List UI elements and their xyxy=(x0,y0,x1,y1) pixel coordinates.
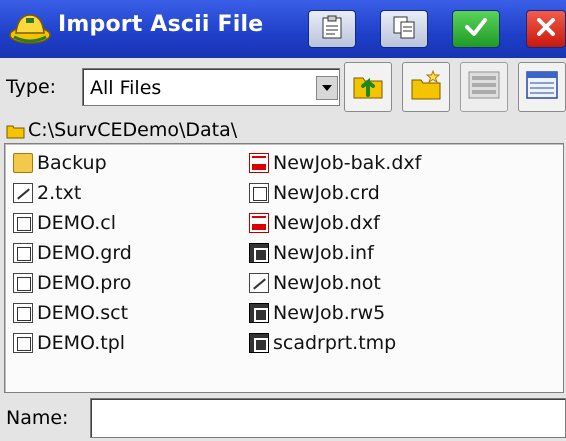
text-file-icon xyxy=(13,183,33,203)
list-item[interactable]: NewJob.not xyxy=(249,268,381,298)
open-folder-icon xyxy=(6,123,26,143)
copy-icon xyxy=(391,14,417,44)
list-item-label: NewJob.not xyxy=(273,272,381,294)
list-item[interactable]: NewJob-bak.dxf xyxy=(249,148,421,178)
list-item-label: DEMO.tpl xyxy=(37,332,126,354)
list-item[interactable]: NewJob.rw5 xyxy=(249,298,385,328)
grid-file-icon xyxy=(13,243,33,263)
list-item[interactable]: 2.txt xyxy=(13,178,81,208)
close-x-icon xyxy=(534,15,558,43)
chevron-down-icon xyxy=(322,85,332,91)
list-item-label: DEMO.pro xyxy=(37,272,132,294)
list-item-label: DEMO.sct xyxy=(37,302,129,324)
list-item-label: Backup xyxy=(37,152,107,174)
profile-file-icon xyxy=(13,273,33,293)
details-view-button[interactable] xyxy=(460,62,508,112)
details-view-icon xyxy=(467,70,501,104)
ok-button[interactable] xyxy=(452,10,500,48)
list-item-label: NewJob.crd xyxy=(273,182,380,204)
ok-check-icon xyxy=(462,13,490,45)
name-input[interactable] xyxy=(90,398,566,438)
tmp-file-icon xyxy=(249,333,269,353)
type-selected-value: All Files xyxy=(90,77,162,99)
folder-up-button[interactable] xyxy=(344,62,392,112)
section-file-icon xyxy=(13,303,33,323)
list-item-label: NewJob.inf xyxy=(273,242,374,264)
clipboard-button[interactable] xyxy=(308,10,356,48)
list-item-label: DEMO.cl xyxy=(37,212,116,234)
type-dropdown[interactable]: All Files xyxy=(82,68,340,106)
current-path: C:\SurvCEDemo\Data\ xyxy=(28,119,238,141)
list-item-label: NewJob-bak.dxf xyxy=(273,152,422,174)
list-item[interactable]: NewJob.inf xyxy=(249,238,374,268)
list-item[interactable]: DEMO.tpl xyxy=(13,328,125,358)
folder-up-icon xyxy=(351,68,385,106)
cl-file-icon xyxy=(13,213,33,233)
dropdown-arrow-button[interactable] xyxy=(316,76,338,100)
folder-icon xyxy=(13,153,33,173)
list-item[interactable]: DEMO.cl xyxy=(13,208,116,238)
clipboard-icon xyxy=(319,14,345,44)
close-button[interactable] xyxy=(526,10,566,48)
new-folder-icon xyxy=(409,68,443,106)
inf-file-icon xyxy=(249,243,269,263)
dxf-file-icon xyxy=(249,213,269,233)
list-item-label: DEMO.grd xyxy=(37,242,132,264)
crd-file-icon xyxy=(249,183,269,203)
note-file-icon xyxy=(249,273,269,293)
dxf-file-icon xyxy=(249,153,269,173)
copy-button[interactable] xyxy=(380,10,428,48)
list-view-icon xyxy=(525,70,559,104)
survey-hat-icon xyxy=(8,9,52,49)
new-folder-button[interactable] xyxy=(402,62,450,112)
list-item[interactable]: NewJob.crd xyxy=(249,178,380,208)
list-item-label: scadrprt.tmp xyxy=(273,332,397,354)
window-title: Import Ascii File xyxy=(58,12,264,37)
file-list[interactable]: Backup 2.txt DEMO.cl DEMO.grd DEMO.pro D… xyxy=(4,143,564,393)
list-item-label: NewJob.rw5 xyxy=(273,302,386,324)
list-item[interactable]: scadrprt.tmp xyxy=(249,328,396,358)
name-label: Name: xyxy=(6,407,69,429)
list-item-label: NewJob.dxf xyxy=(273,212,380,234)
rw5-file-icon xyxy=(249,303,269,323)
list-item[interactable]: NewJob.dxf xyxy=(249,208,380,238)
title-bar: Import Ascii File xyxy=(0,0,566,58)
list-view-button[interactable] xyxy=(518,62,566,112)
list-item[interactable]: Backup xyxy=(13,148,107,178)
list-item[interactable]: DEMO.pro xyxy=(13,268,131,298)
list-item[interactable]: DEMO.sct xyxy=(13,298,128,328)
type-label: Type: xyxy=(6,76,57,98)
template-file-icon xyxy=(13,333,33,353)
list-item[interactable]: DEMO.grd xyxy=(13,238,132,268)
list-item-label: 2.txt xyxy=(37,182,82,204)
